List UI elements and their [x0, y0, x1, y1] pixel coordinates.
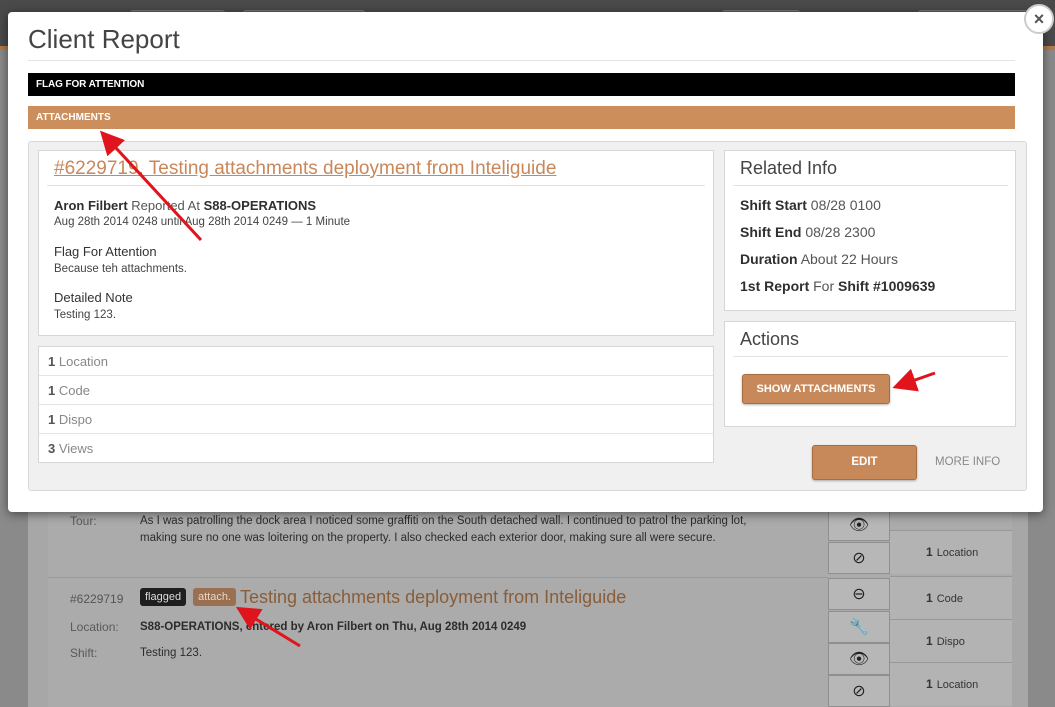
location-place: S88-OPERATIONS — [140, 621, 240, 633]
block-icon[interactable]: ⊘ — [828, 675, 890, 707]
report-title-link[interactable]: Testing attachments deployment from Inte… — [240, 587, 626, 608]
edit-button[interactable]: EDIT — [812, 445, 917, 480]
view-icon[interactable]: 👁 — [828, 509, 890, 541]
row-text: As I was patrolling the dock area I noti… — [140, 515, 747, 544]
location-detail: , entered by Aron Filbert on Thu, Aug 28… — [239, 621, 527, 633]
report-detail-card: #6229719. Testing attachments deployment… — [38, 150, 714, 336]
count-cell: 1 Dispo — [890, 619, 1012, 663]
flag-heading: Flag For Attention — [54, 244, 157, 259]
more-info-link[interactable]: MORE INFO — [935, 456, 1000, 468]
shift-start-line: Shift Start 08/28 0100 — [740, 197, 881, 213]
reporter-name: Aron Filbert — [54, 198, 128, 213]
reporter-line: Aron Filbert Reported At S88-OPERATIONS — [54, 198, 316, 213]
list-item: Tour: As I was patrolling the dock area … — [48, 506, 828, 576]
actions-heading: Actions — [740, 329, 800, 349]
shift-end-line: Shift End 08/28 2300 — [740, 224, 876, 240]
report-id: #6229719 — [70, 592, 124, 606]
actions-divider — [733, 356, 1008, 357]
related-info-panel: Related Info Shift Start 08/28 0100 Shif… — [724, 150, 1016, 311]
first-report-line: 1st Report For Shift #1009639 — [740, 278, 936, 294]
note-heading: Detailed Note — [54, 290, 133, 305]
shift-label: Shift: — [70, 646, 98, 660]
flag-for-attention-bar: FLAG FOR ATTENTION — [28, 73, 1015, 96]
close-icon[interactable]: × — [1024, 4, 1054, 34]
list-item[interactable]: #6229719 flagged attach. Testing attachm… — [48, 577, 828, 707]
location-text: S88-OPERATIONS, entered by Aron Filbert … — [140, 619, 526, 636]
note-text: Testing 123. — [54, 309, 117, 321]
shift-text: Testing 123. — [140, 647, 203, 659]
report-timeframe: Aug 28th 2014 0248 until Aug 28th 2014 0… — [54, 216, 351, 228]
attachment-badge: attach. — [193, 588, 237, 606]
modal-title: Client Report — [28, 24, 180, 54]
count-cell: 1 Location — [890, 662, 1012, 706]
report-location: S88-OPERATIONS — [203, 198, 317, 213]
flagged-badge: flagged — [140, 588, 187, 606]
flag-text: Because teh attachments. — [54, 263, 187, 275]
report-stats-list: 1 Location 1 Code 1 Dispo 3 Views — [38, 346, 714, 463]
report-title-link[interactable]: #6229719. Testing attachments deployment… — [54, 158, 556, 180]
wrench-icon[interactable]: 🔧 — [828, 611, 890, 643]
view-icon[interactable]: 👁 — [828, 643, 890, 675]
stat-code[interactable]: 1 Code — [39, 376, 713, 405]
report-divider — [47, 185, 705, 186]
stat-views[interactable]: 3 Views — [39, 434, 713, 463]
stat-dispo[interactable]: 1 Dispo — [39, 405, 713, 434]
attachments-bar: ATTACHMENTS — [28, 106, 1015, 129]
title-divider — [28, 60, 1015, 61]
client-report-modal: Client Report FLAG FOR ATTENTION ATTACHM… — [8, 12, 1043, 512]
duration-line: Duration About 22 Hours — [740, 251, 898, 267]
show-attachments-button[interactable]: SHOW ATTACHMENTS — [742, 374, 890, 404]
related-divider — [733, 185, 1008, 186]
count-cell: 1 Location — [890, 530, 1012, 574]
actions-panel: Actions SHOW ATTACHMENTS — [724, 321, 1016, 427]
shift-number-link[interactable]: #1009639 — [873, 278, 935, 294]
row-label: Tour: — [70, 514, 97, 528]
count-cell: 1 Code — [890, 576, 1012, 620]
block-icon[interactable]: ⊘ — [828, 542, 890, 574]
remove-icon[interactable]: ⊖ — [828, 578, 890, 610]
reported-at-label: Reported At — [131, 198, 200, 213]
location-label: Location: — [70, 620, 119, 634]
related-info-heading: Related Info — [740, 158, 838, 178]
stat-location[interactable]: 1 Location — [39, 347, 713, 376]
